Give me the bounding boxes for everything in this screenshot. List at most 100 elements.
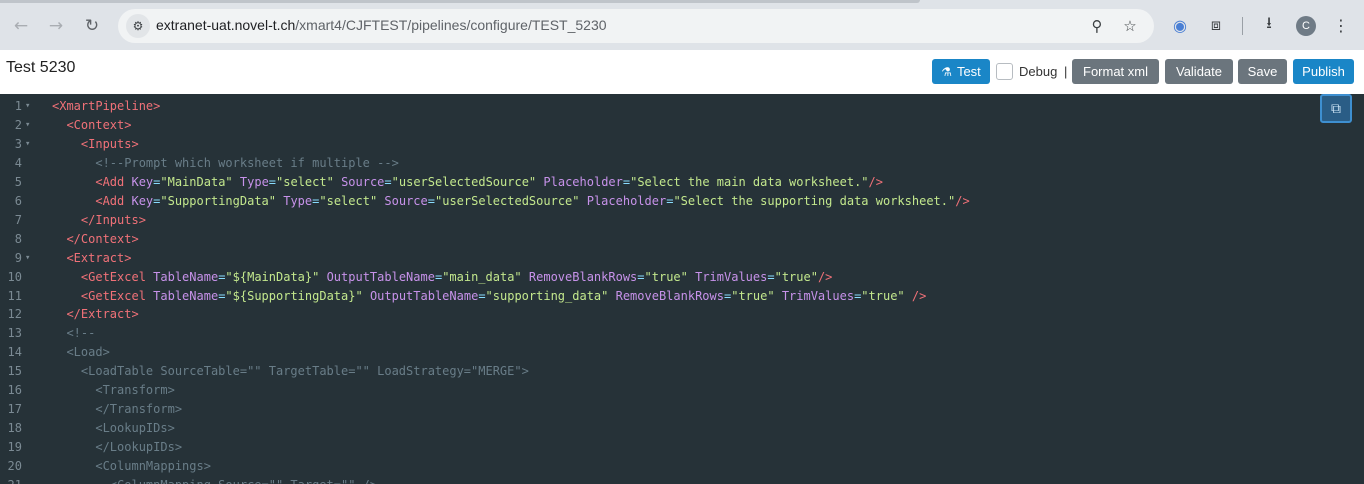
code-token: </LookupIDs> <box>95 440 183 455</box>
code-token: <Load> <box>66 345 110 360</box>
debug-checkbox[interactable] <box>996 63 1013 80</box>
line-number: 18 <box>7 421 22 436</box>
test-button[interactable]: ⚗ Test <box>932 59 990 84</box>
zoom-icon[interactable]: ⚲ <box>1086 15 1108 37</box>
code-line[interactable]: 11 <GetExcel TableName = "${SupportingData… <box>0 287 1364 306</box>
forward-arrow-icon[interactable]: → <box>43 13 69 39</box>
browser-menu-icon[interactable]: ⋮ <box>1330 14 1352 36</box>
profile-avatar[interactable]: C <box>1296 16 1316 36</box>
code-token: "Select the main data worksheet." <box>630 174 869 189</box>
format-xml-button[interactable]: Format xml <box>1072 59 1159 84</box>
url-text[interactable]: extranet-uat.novel-t.ch/xmart4/CJFTEST/p… <box>156 17 607 33</box>
debug-label: Debug <box>1019 64 1058 79</box>
code-line[interactable]: 9 ▾ <Extract> <box>0 249 1364 268</box>
code-token: <Context> <box>66 117 132 132</box>
xml-code-editor[interactable]: 1 ▾ <XmartPipeline> 2 ▾ <Context> 3 ▾ <Inputs>… <box>0 94 1364 484</box>
test-button-label: Test <box>956 64 981 79</box>
address-bar[interactable]: ⚙ extranet-uat.novel-t.ch/xmart4/CJFTEST… <box>118 9 1154 43</box>
code-token: <GetExcel <box>80 269 154 284</box>
publish-button[interactable]: Publish <box>1293 59 1354 84</box>
code-text: <XmartPipeline> <box>52 97 160 116</box>
code-token: <Transform> <box>95 383 175 398</box>
code-token: "true" <box>644 269 688 284</box>
line-number: 19 <box>7 440 22 455</box>
line-number: 5 <box>14 174 22 189</box>
code-token: = <box>268 174 277 189</box>
code-line[interactable]: 18 <LookupIDs> <box>0 419 1364 438</box>
fold-caret-icon[interactable]: ▾ <box>25 97 30 116</box>
code-line[interactable]: 13 <!-- <box>0 324 1364 343</box>
code-token: "true" <box>731 288 775 303</box>
code-token: </Extract> <box>66 307 139 322</box>
line-number: 7 <box>14 212 22 227</box>
code-line[interactable]: 8 </Context> <box>0 230 1364 249</box>
code-token: "MainData" <box>160 174 233 189</box>
download-icon[interactable]: ⭳ <box>1258 13 1280 36</box>
save-button[interactable]: Save <box>1238 59 1287 84</box>
code-text: <!--Prompt which worksheet if multiple -… <box>52 154 399 173</box>
code-line[interactable]: 20 <ColumnMappings> <box>0 457 1364 476</box>
code-token: /> <box>817 269 833 284</box>
code-line[interactable]: 14 <Load> <box>0 343 1364 362</box>
code-token: TrimValues <box>781 288 855 303</box>
code-line[interactable]: 12 </Extract> <box>0 305 1364 324</box>
code-token: Key <box>131 193 154 208</box>
bookmark-star-icon[interactable]: ☆ <box>1119 15 1141 37</box>
code-line[interactable]: 19 </LookupIDs> <box>0 438 1364 457</box>
page-title: Test 5230 <box>6 59 76 76</box>
code-line[interactable]: 16 <Transform> <box>0 381 1364 400</box>
extension-app-icon[interactable]: ◉ <box>1169 14 1191 36</box>
debug-separator: | <box>1064 64 1068 79</box>
pipeline-header: Test 5230 <box>0 50 1364 94</box>
line-number: 14 <box>7 345 22 360</box>
code-token: Placeholder <box>586 193 667 208</box>
code-line[interactable]: 3 ▾ <Inputs> <box>0 135 1364 154</box>
back-arrow-icon[interactable]: ← <box>8 13 34 39</box>
code-token: Type <box>283 193 313 208</box>
line-number: 10 <box>7 269 22 284</box>
code-line[interactable]: 21 <ColumnMapping Source="" Target="" /> <box>0 476 1364 484</box>
code-text: <Context> <box>52 116 131 135</box>
code-line[interactable]: 6 <Add Key="SupportingData" Type="select… <box>0 192 1364 211</box>
fold-caret-icon[interactable]: ▾ <box>25 249 30 268</box>
browser-toolbar: ← → ↻ ⚙ extranet-uat.novel-t.ch/xmart4/C… <box>0 0 1364 50</box>
code-line[interactable]: 4 <!--Prompt which worksheet if multiple… <box>0 154 1364 173</box>
site-settings-icon[interactable]: ⚙ <box>126 14 150 38</box>
code-line[interactable]: 5 <Add Key="MainData" Type="select" Sour… <box>0 173 1364 192</box>
code-token: </Transform> <box>95 402 183 417</box>
code-line[interactable]: 2 ▾ <Context> <box>0 116 1364 135</box>
code-token: <!--Prompt which worksheet if multiple -… <box>95 155 399 170</box>
line-number: 21 <box>0 476 22 484</box>
code-line[interactable]: 1 ▾ <XmartPipeline> <box>0 97 1364 116</box>
code-text: <GetExcel TableName = "${MainData}" Output… <box>52 268 833 287</box>
code-token: "true" <box>774 269 818 284</box>
validate-button[interactable]: Validate <box>1165 59 1233 84</box>
code-text: </Extract> <box>52 305 139 324</box>
code-token: "supporting_data" <box>485 288 609 303</box>
code-text: <Extract> <box>52 249 131 268</box>
fullscreen-toggle-icon[interactable]: ⧉ <box>1320 94 1352 123</box>
reload-icon[interactable]: ↻ <box>79 13 105 39</box>
code-token: <XmartPipeline> <box>52 99 161 113</box>
code-token: TableName <box>153 288 219 303</box>
fold-caret-icon[interactable]: ▾ <box>25 116 30 135</box>
fold-caret-icon[interactable]: ▾ <box>25 135 30 154</box>
code-line[interactable]: 17 </Transform> <box>0 400 1364 419</box>
code-line[interactable]: 10 <GetExcel TableName = "${MainData}" Out… <box>0 268 1364 287</box>
code-line[interactable]: 15 <LoadTable SourceTable="" TargetTable… <box>0 362 1364 381</box>
code-line[interactable]: 7 </Inputs> <box>0 211 1364 230</box>
line-number: 6 <box>14 193 22 208</box>
code-text: <Inputs> <box>52 135 139 154</box>
extensions-puzzle-icon[interactable]: ⧈ <box>1205 14 1227 36</box>
